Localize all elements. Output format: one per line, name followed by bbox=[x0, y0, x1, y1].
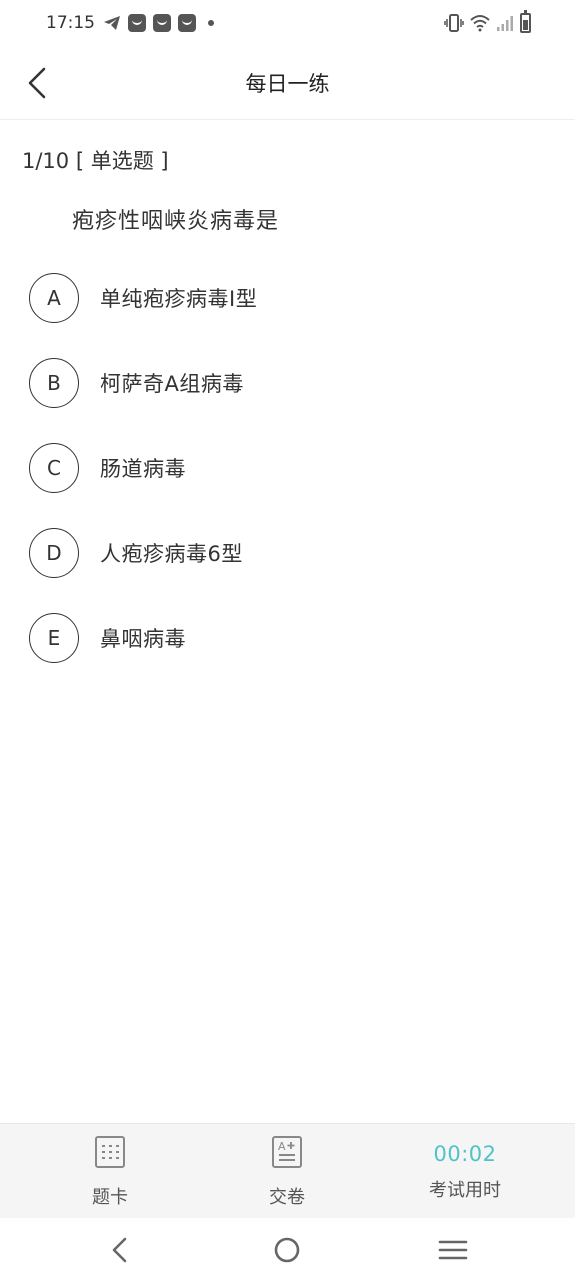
answer-options: A 单纯疱疹病毒I型 B 柯萨奇A组病毒 C 肠道病毒 D 人疱疹病毒6型 E … bbox=[29, 273, 549, 698]
option-letter: C bbox=[29, 443, 79, 493]
question-text: 疱疹性咽峡炎病毒是 bbox=[72, 209, 280, 234]
vibrate-icon bbox=[444, 14, 464, 32]
option-letter: B bbox=[29, 358, 79, 408]
option-letter: A bbox=[29, 273, 79, 323]
status-notification-icons bbox=[103, 14, 214, 32]
timer-value: 00:02 bbox=[433, 1142, 497, 1166]
nav-menu-icon[interactable] bbox=[437, 1234, 469, 1266]
battery-icon bbox=[520, 10, 531, 33]
option-d[interactable]: D 人疱疹病毒6型 bbox=[29, 528, 549, 578]
page-title: 每日一练 bbox=[245, 72, 330, 96]
nav-back-icon[interactable] bbox=[105, 1234, 137, 1266]
submit-paper-icon: A bbox=[272, 1136, 302, 1168]
status-system-icons bbox=[444, 10, 531, 33]
option-a[interactable]: A 单纯疱疹病毒I型 bbox=[29, 273, 549, 323]
option-text: 单纯疱疹病毒I型 bbox=[100, 287, 258, 311]
notification-icon bbox=[128, 14, 146, 32]
signal-icon bbox=[497, 16, 513, 31]
question-progress: 1/10 bbox=[22, 149, 70, 173]
submit-button[interactable]: A 交卷 bbox=[217, 1124, 357, 1219]
question-type: [ 单选题 ] bbox=[75, 149, 169, 173]
option-text: 肠道病毒 bbox=[100, 457, 186, 481]
answer-card-button[interactable]: 题卡 bbox=[40, 1124, 180, 1219]
wifi-icon bbox=[470, 15, 490, 32]
question-meta: 1/10 [ 单选题 ] bbox=[22, 145, 169, 175]
svg-text:A: A bbox=[278, 1140, 286, 1153]
option-e[interactable]: E 鼻咽病毒 bbox=[29, 613, 549, 663]
exam-timer: 00:02 考试用时 bbox=[395, 1124, 535, 1219]
option-letter: E bbox=[29, 613, 79, 663]
nav-home-icon[interactable] bbox=[271, 1234, 303, 1266]
answer-card-icon bbox=[95, 1136, 125, 1168]
app-header: 每日一练 bbox=[0, 48, 575, 120]
bottom-toolbar: 题卡 A 交卷 00:02 考试用时 bbox=[0, 1123, 575, 1218]
status-time: 17:15 bbox=[46, 13, 95, 33]
option-b[interactable]: B 柯萨奇A组病毒 bbox=[29, 358, 549, 408]
system-nav-bar bbox=[0, 1218, 575, 1280]
answer-card-label: 题卡 bbox=[92, 1187, 128, 1208]
status-bar: 17:15 bbox=[0, 0, 575, 48]
notification-icon bbox=[153, 14, 171, 32]
dot-icon bbox=[208, 20, 214, 26]
submit-label: 交卷 bbox=[269, 1187, 305, 1208]
option-letter: D bbox=[29, 528, 79, 578]
option-text: 柯萨奇A组病毒 bbox=[100, 372, 244, 396]
option-text: 人疱疹病毒6型 bbox=[100, 542, 243, 566]
option-c[interactable]: C 肠道病毒 bbox=[29, 443, 549, 493]
option-text: 鼻咽病毒 bbox=[100, 627, 186, 651]
notification-icon bbox=[178, 14, 196, 32]
telegram-icon bbox=[104, 16, 120, 30]
timer-label: 考试用时 bbox=[429, 1180, 501, 1201]
